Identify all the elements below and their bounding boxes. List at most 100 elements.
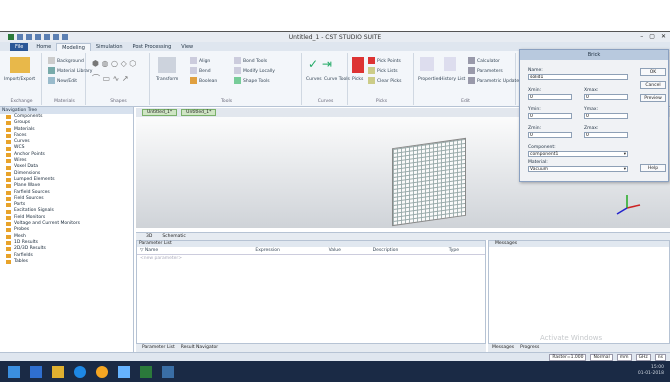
new-edit-icon	[48, 77, 55, 84]
history-list-button[interactable]: History List	[440, 77, 465, 82]
xmax-label: Xmax:	[584, 88, 599, 93]
material-library-button[interactable]: Material Library	[48, 67, 92, 74]
import-export-button[interactable]: Import/Export	[4, 77, 35, 82]
parametric-update-button[interactable]: Parametric Update	[468, 77, 519, 84]
tab-messages[interactable]: Messages	[492, 344, 514, 352]
media-player-icon[interactable]	[118, 365, 130, 378]
tab-view[interactable]: View	[176, 43, 198, 51]
system-tray[interactable]: 15:00 01-01-2018	[638, 365, 664, 377]
component-label: Component:	[528, 145, 556, 150]
close-button[interactable]: ✕	[661, 33, 666, 40]
firefox-icon[interactable]	[96, 365, 108, 378]
calculator-button[interactable]: Calculator	[468, 57, 500, 64]
modify-locally-button[interactable]: Modify Locally	[234, 67, 275, 74]
folder-icon	[6, 127, 11, 132]
folder-icon	[6, 209, 11, 214]
transform-icon[interactable]	[158, 57, 176, 73]
cst-studio-icon[interactable]	[140, 365, 152, 378]
tab-3d[interactable]: 3D	[146, 233, 152, 240]
properties-button[interactable]: Properties	[418, 77, 441, 82]
maximize-button[interactable]: ▢	[649, 33, 655, 40]
new-parameter-cell[interactable]: <new parameter>	[137, 255, 252, 263]
tab-result-navigator[interactable]: Result Navigator	[181, 344, 218, 352]
raster-status[interactable]: Raster=1.000	[549, 354, 587, 361]
column-type[interactable]: Type	[445, 247, 485, 255]
name-field[interactable]	[528, 74, 628, 80]
transform-button[interactable]: Transform	[156, 77, 178, 82]
shape-curve-icons[interactable]: ⌒ ▭ ∿ ↗	[92, 73, 129, 84]
tab-schematic[interactable]: Schematic	[162, 233, 186, 240]
curves-icon[interactable]: ✓ ⇥	[308, 57, 332, 71]
pick-lists-button[interactable]: Pick Lists	[368, 67, 398, 74]
boolean-icon	[190, 77, 197, 84]
xmax-field[interactable]	[584, 94, 628, 100]
zmax-field[interactable]	[584, 132, 628, 138]
import-export-icon[interactable]	[10, 57, 30, 73]
bond-tools-button[interactable]: Bond Tools	[234, 57, 267, 64]
material-select[interactable]: Vacuum ▾	[528, 166, 628, 172]
picks-button[interactable]: Picks	[352, 77, 363, 82]
table-row[interactable]: <new parameter>	[137, 255, 485, 263]
frequency-unit-status[interactable]: GHz	[635, 354, 651, 361]
zmin-label: Zmin:	[528, 126, 542, 131]
tab-home[interactable]: Home	[31, 43, 56, 51]
tab-simulation[interactable]: Simulation	[91, 43, 128, 51]
tab-file[interactable]: File	[10, 43, 29, 51]
column-description[interactable]: Description	[369, 247, 446, 255]
zmin-field[interactable]	[528, 132, 572, 138]
tab-untitled-1-b[interactable]: Untitled_1*	[181, 109, 217, 116]
cancel-button[interactable]: Cancel	[640, 81, 666, 89]
shape-tools-button[interactable]: Shape Tools	[234, 77, 270, 84]
align-button[interactable]: Align	[190, 57, 210, 64]
task-view-icon[interactable]	[30, 365, 42, 378]
chevron-down-icon: ▾	[623, 167, 626, 172]
length-unit-status[interactable]: mm	[616, 354, 632, 361]
properties-icon[interactable]	[420, 57, 434, 71]
curves-button[interactable]: Curves	[306, 77, 322, 82]
tab-parameter-list[interactable]: Parameter List	[142, 344, 175, 352]
xmin-field[interactable]	[528, 94, 572, 100]
ymax-field[interactable]	[584, 113, 628, 119]
tab-untitled-1[interactable]: Untitled_1*	[142, 109, 178, 116]
column-name[interactable]: ▽ Name	[137, 247, 253, 255]
windows-taskbar: 15:00 01-01-2018	[0, 361, 670, 382]
group-edit: Properties History List Calculator Param…	[416, 53, 519, 105]
taskbar-app-icon[interactable]	[162, 365, 174, 378]
nav-tree-item[interactable]: Tables	[6, 259, 133, 265]
zmax-label: Zmax:	[584, 126, 599, 131]
column-expression[interactable]: Expression	[252, 247, 326, 255]
history-list-icon[interactable]	[444, 57, 456, 71]
pick-points-button[interactable]: Pick Points	[368, 57, 401, 64]
file-explorer-icon[interactable]	[52, 365, 64, 378]
boolean-button[interactable]: Boolean	[190, 77, 217, 84]
parameter-table: ▽ Name Expression Value Description Type…	[137, 247, 485, 262]
folder-icon	[6, 228, 11, 233]
bend-button[interactable]: Bend	[190, 67, 211, 74]
curve-tools-button[interactable]: Curve Tools	[324, 77, 350, 82]
view-mode-status[interactable]: Normal	[590, 354, 613, 361]
activate-windows-watermark: Activate Windows	[540, 334, 603, 342]
tab-progress[interactable]: Progress	[520, 344, 539, 352]
background-button[interactable]: Background	[48, 57, 84, 64]
ok-button[interactable]: OK	[640, 68, 666, 76]
edge-browser-icon[interactable]	[74, 365, 86, 378]
column-value[interactable]: Value	[325, 247, 370, 255]
clear-picks-button[interactable]: Clear Picks	[368, 77, 402, 84]
tab-modeling[interactable]: Modeling	[56, 43, 91, 51]
ymin-field[interactable]	[528, 113, 572, 119]
new-edit-button[interactable]: New/Edit	[48, 77, 77, 84]
folder-icon	[6, 215, 11, 220]
start-icon[interactable]	[8, 365, 20, 378]
component-select[interactable]: component1 ▾	[528, 151, 628, 157]
folder-icon	[6, 134, 11, 139]
shape-primitives-icons[interactable]: ⬢ ◍ ○ ◇ ⬡	[92, 59, 136, 68]
minimize-button[interactable]: –	[640, 33, 643, 40]
help-button[interactable]: Help	[640, 164, 666, 172]
tab-post-processing[interactable]: Post Processing	[128, 43, 177, 51]
view-mode-tabs: 3D Schematic	[136, 232, 670, 240]
picks-icon[interactable]	[352, 57, 364, 73]
preview-button[interactable]: Preview	[640, 94, 666, 102]
material-label: Material:	[528, 160, 548, 165]
time-unit-status[interactable]: ns	[654, 354, 666, 361]
parameters-button[interactable]: Parameters	[468, 67, 503, 74]
